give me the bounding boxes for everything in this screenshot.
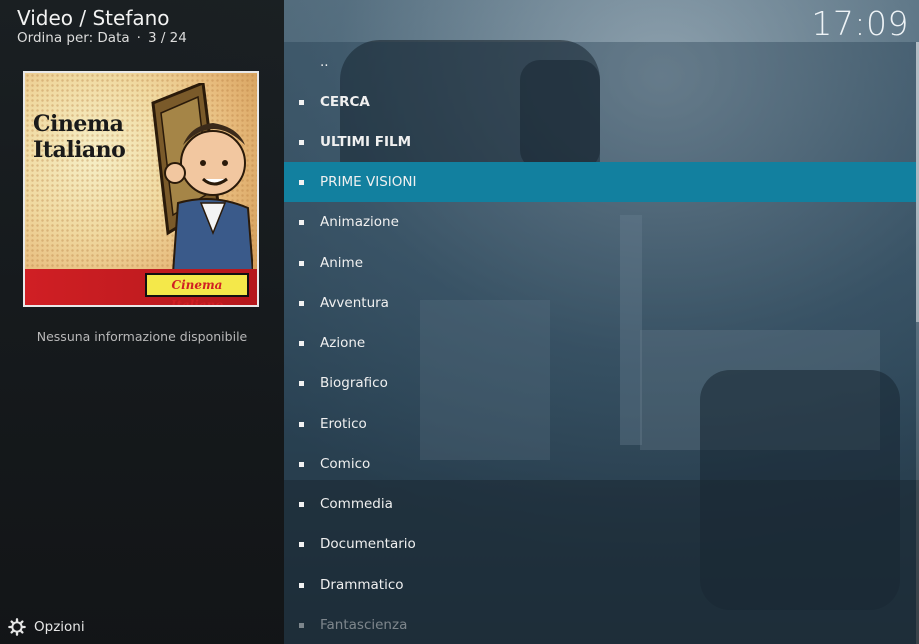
- list-bullet: [299, 60, 304, 65]
- poster-thumbnail: Cinema Italiano Cinema Italiano: [23, 71, 259, 307]
- options-label: Opzioni: [34, 619, 85, 635]
- list-item-erotico[interactable]: Erotico: [284, 404, 916, 444]
- list-item-label: CERCA: [320, 94, 370, 110]
- separator: ·: [136, 30, 141, 46]
- info-text: Nessuna informazione disponibile: [36, 329, 248, 344]
- list-item-label: Drammatico: [320, 577, 404, 593]
- list-item-label: Animazione: [320, 214, 399, 230]
- poster-title: Cinema Italiano: [33, 111, 143, 163]
- list-item-azione[interactable]: Azione: [284, 323, 916, 363]
- list-bullet: [299, 380, 304, 386]
- list-bullet: [299, 622, 304, 628]
- options-button[interactable]: Opzioni: [8, 617, 85, 637]
- poster-banner-text: Cinema Italiano: [145, 273, 249, 305]
- list-bullet: [299, 461, 304, 467]
- list-item-drammatico[interactable]: Drammatico: [284, 565, 916, 605]
- list-item-fantascienza[interactable]: Fantascienza: [284, 605, 916, 644]
- list-bullet: [299, 501, 304, 507]
- list-item-label: Biografico: [320, 375, 388, 391]
- list-item-anime[interactable]: Anime: [284, 243, 916, 283]
- list-item-label: Comico: [320, 456, 371, 472]
- list-bullet: [299, 99, 304, 105]
- list-item-prime-visioni[interactable]: PRIME VISIONI: [284, 162, 916, 202]
- list-item-label: Anime: [320, 255, 363, 271]
- list-bullet: [299, 541, 304, 547]
- list-item-label: Azione: [320, 335, 366, 351]
- info-panel: Video / Stefano Ordina per: Data · 3 / 24 …: [0, 0, 284, 644]
- list-bullet: [299, 179, 304, 185]
- list-item-avventura[interactable]: Avventura: [284, 283, 916, 323]
- list-item-biografico[interactable]: Biografico: [284, 363, 916, 403]
- sort-info: Ordina per: Data · 3 / 24: [17, 30, 187, 46]
- list-item-animazione[interactable]: Animazione: [284, 202, 916, 242]
- list-bullet: [299, 219, 304, 225]
- list-item-label: ..: [320, 54, 329, 70]
- list-bullet: [299, 340, 304, 346]
- boy-with-film-reel-illustration: [151, 83, 253, 273]
- list-item-label: Erotico: [320, 416, 367, 432]
- list-bullet: [299, 421, 304, 427]
- poster-banner: Cinema Italiano: [25, 269, 257, 305]
- list-item-label: Avventura: [320, 295, 389, 311]
- list-bullet: [299, 582, 304, 588]
- list-item-label: Documentario: [320, 536, 416, 552]
- list-item-documentario[interactable]: Documentario: [284, 524, 916, 564]
- list-bullet: [299, 139, 304, 145]
- list-item-label: Fantascienza: [320, 617, 408, 633]
- poster-title-line2: Italiano: [33, 137, 126, 163]
- list-bullet: [299, 300, 304, 306]
- clock: 17:09: [811, 4, 909, 43]
- list-bullet: [299, 260, 304, 266]
- gear-icon: [8, 618, 26, 636]
- list-item-label: PRIME VISIONI: [320, 174, 417, 190]
- poster-title-line1: Cinema: [33, 111, 124, 137]
- menu-list: .. CERCA ULTIMI FILM PRIME VISIONI Anima…: [284, 42, 916, 644]
- list-item-ultimi-film[interactable]: ULTIMI FILM: [284, 122, 916, 162]
- item-position: 3 / 24: [147, 30, 187, 46]
- list-item-label: ULTIMI FILM: [320, 134, 411, 150]
- page-title: Video / Stefano: [17, 6, 170, 30]
- sort-label: Ordina per: Data: [17, 30, 130, 46]
- list-item-cerca[interactable]: CERCA: [284, 82, 916, 122]
- list-item-parent[interactable]: ..: [284, 42, 916, 82]
- list-item-label: Commedia: [320, 496, 393, 512]
- list-item-commedia[interactable]: Commedia: [284, 484, 916, 524]
- list-item-comico[interactable]: Comico: [284, 444, 916, 484]
